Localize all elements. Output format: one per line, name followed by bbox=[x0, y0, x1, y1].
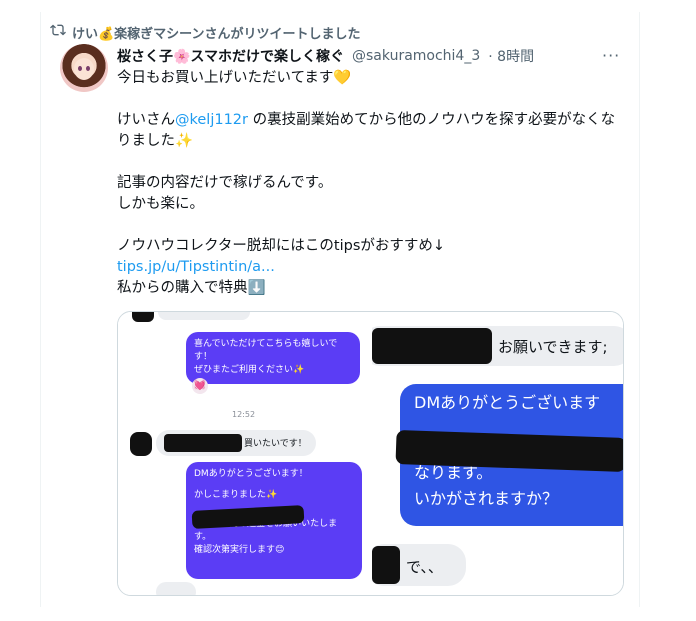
retweet-label: けい💰楽稼ぎマシーンさんがリツイートしました bbox=[72, 26, 361, 42]
redaction bbox=[372, 328, 492, 364]
chat-time: 12:52 bbox=[232, 410, 256, 419]
chat-screenshot-left[interactable]: 喜んでいただけてこちらも嬉しいです！ ぜひまたご利用ください✨ 💓 12:52 … bbox=[118, 312, 370, 595]
tweet-line: けいさん@kelj112r の裏技副業始めてから他のノウハウを探す必要がなくなり… bbox=[117, 112, 616, 149]
tweet-line: 記事の内容だけで稼げるんです。 bbox=[117, 175, 333, 191]
chat-bubble-outgoing: 喜んでいただけてこちらも嬉しいです！ ぜひまたご利用ください✨ bbox=[186, 332, 360, 384]
redaction bbox=[130, 432, 152, 456]
chat-bubble bbox=[158, 312, 250, 320]
tweet-line: しかも楽に。 bbox=[117, 196, 204, 212]
tweet-line: 私からの購入で特典⬇️ bbox=[117, 280, 266, 296]
chat-screenshot-right[interactable]: お願いできます; DMありがとうございます なります。 いかがされますか？ で、… bbox=[372, 312, 623, 595]
display-name[interactable]: 桜さく子🌸スマホだけで楽しく稼ぐ bbox=[117, 46, 344, 66]
chat-text: で、、 bbox=[406, 558, 443, 576]
media-attachment[interactable]: 喜んでいただけてこちらも嬉しいです！ ぜひまたご利用ください✨ 💓 12:52 … bbox=[117, 311, 624, 596]
avatar[interactable] bbox=[60, 44, 108, 92]
tweet-line: ノウハウコレクター脱却にはこのtipsがおすすめ↓ bbox=[117, 238, 446, 254]
chat-text: お願いできます; bbox=[498, 338, 608, 356]
reaction-icon: 💓 bbox=[192, 378, 208, 394]
mention-link[interactable]: @kelj112r bbox=[175, 112, 248, 128]
more-options-icon[interactable]: ··· bbox=[602, 46, 620, 65]
redaction bbox=[372, 546, 400, 584]
redaction bbox=[132, 312, 154, 322]
chat-text: 買いたいです！ bbox=[244, 439, 307, 449]
retweet-icon bbox=[50, 22, 66, 42]
tweet-timestamp[interactable]: · 8時間 bbox=[488, 46, 534, 66]
retweet-indicator[interactable]: けい💰楽稼ぎマシーンさんがリツイートしました bbox=[50, 22, 361, 42]
tweet-text: 今日もお買い上げいただいてます💛 けいさん@kelj112r の裏技副業始めてか… bbox=[117, 68, 622, 299]
tips-link[interactable]: tips.jp/u/Tipstintin/a... bbox=[117, 259, 275, 275]
redaction bbox=[164, 434, 242, 452]
chat-bubble bbox=[156, 582, 196, 595]
tweet-header: 桜さく子🌸スマホだけで楽しく稼ぐ @sakuramochi4_3 · 8時間 bbox=[117, 46, 534, 66]
user-handle[interactable]: @sakuramochi4_3 bbox=[352, 48, 480, 64]
tweet-line: 今日もお買い上げいただいてます💛 bbox=[117, 70, 352, 86]
